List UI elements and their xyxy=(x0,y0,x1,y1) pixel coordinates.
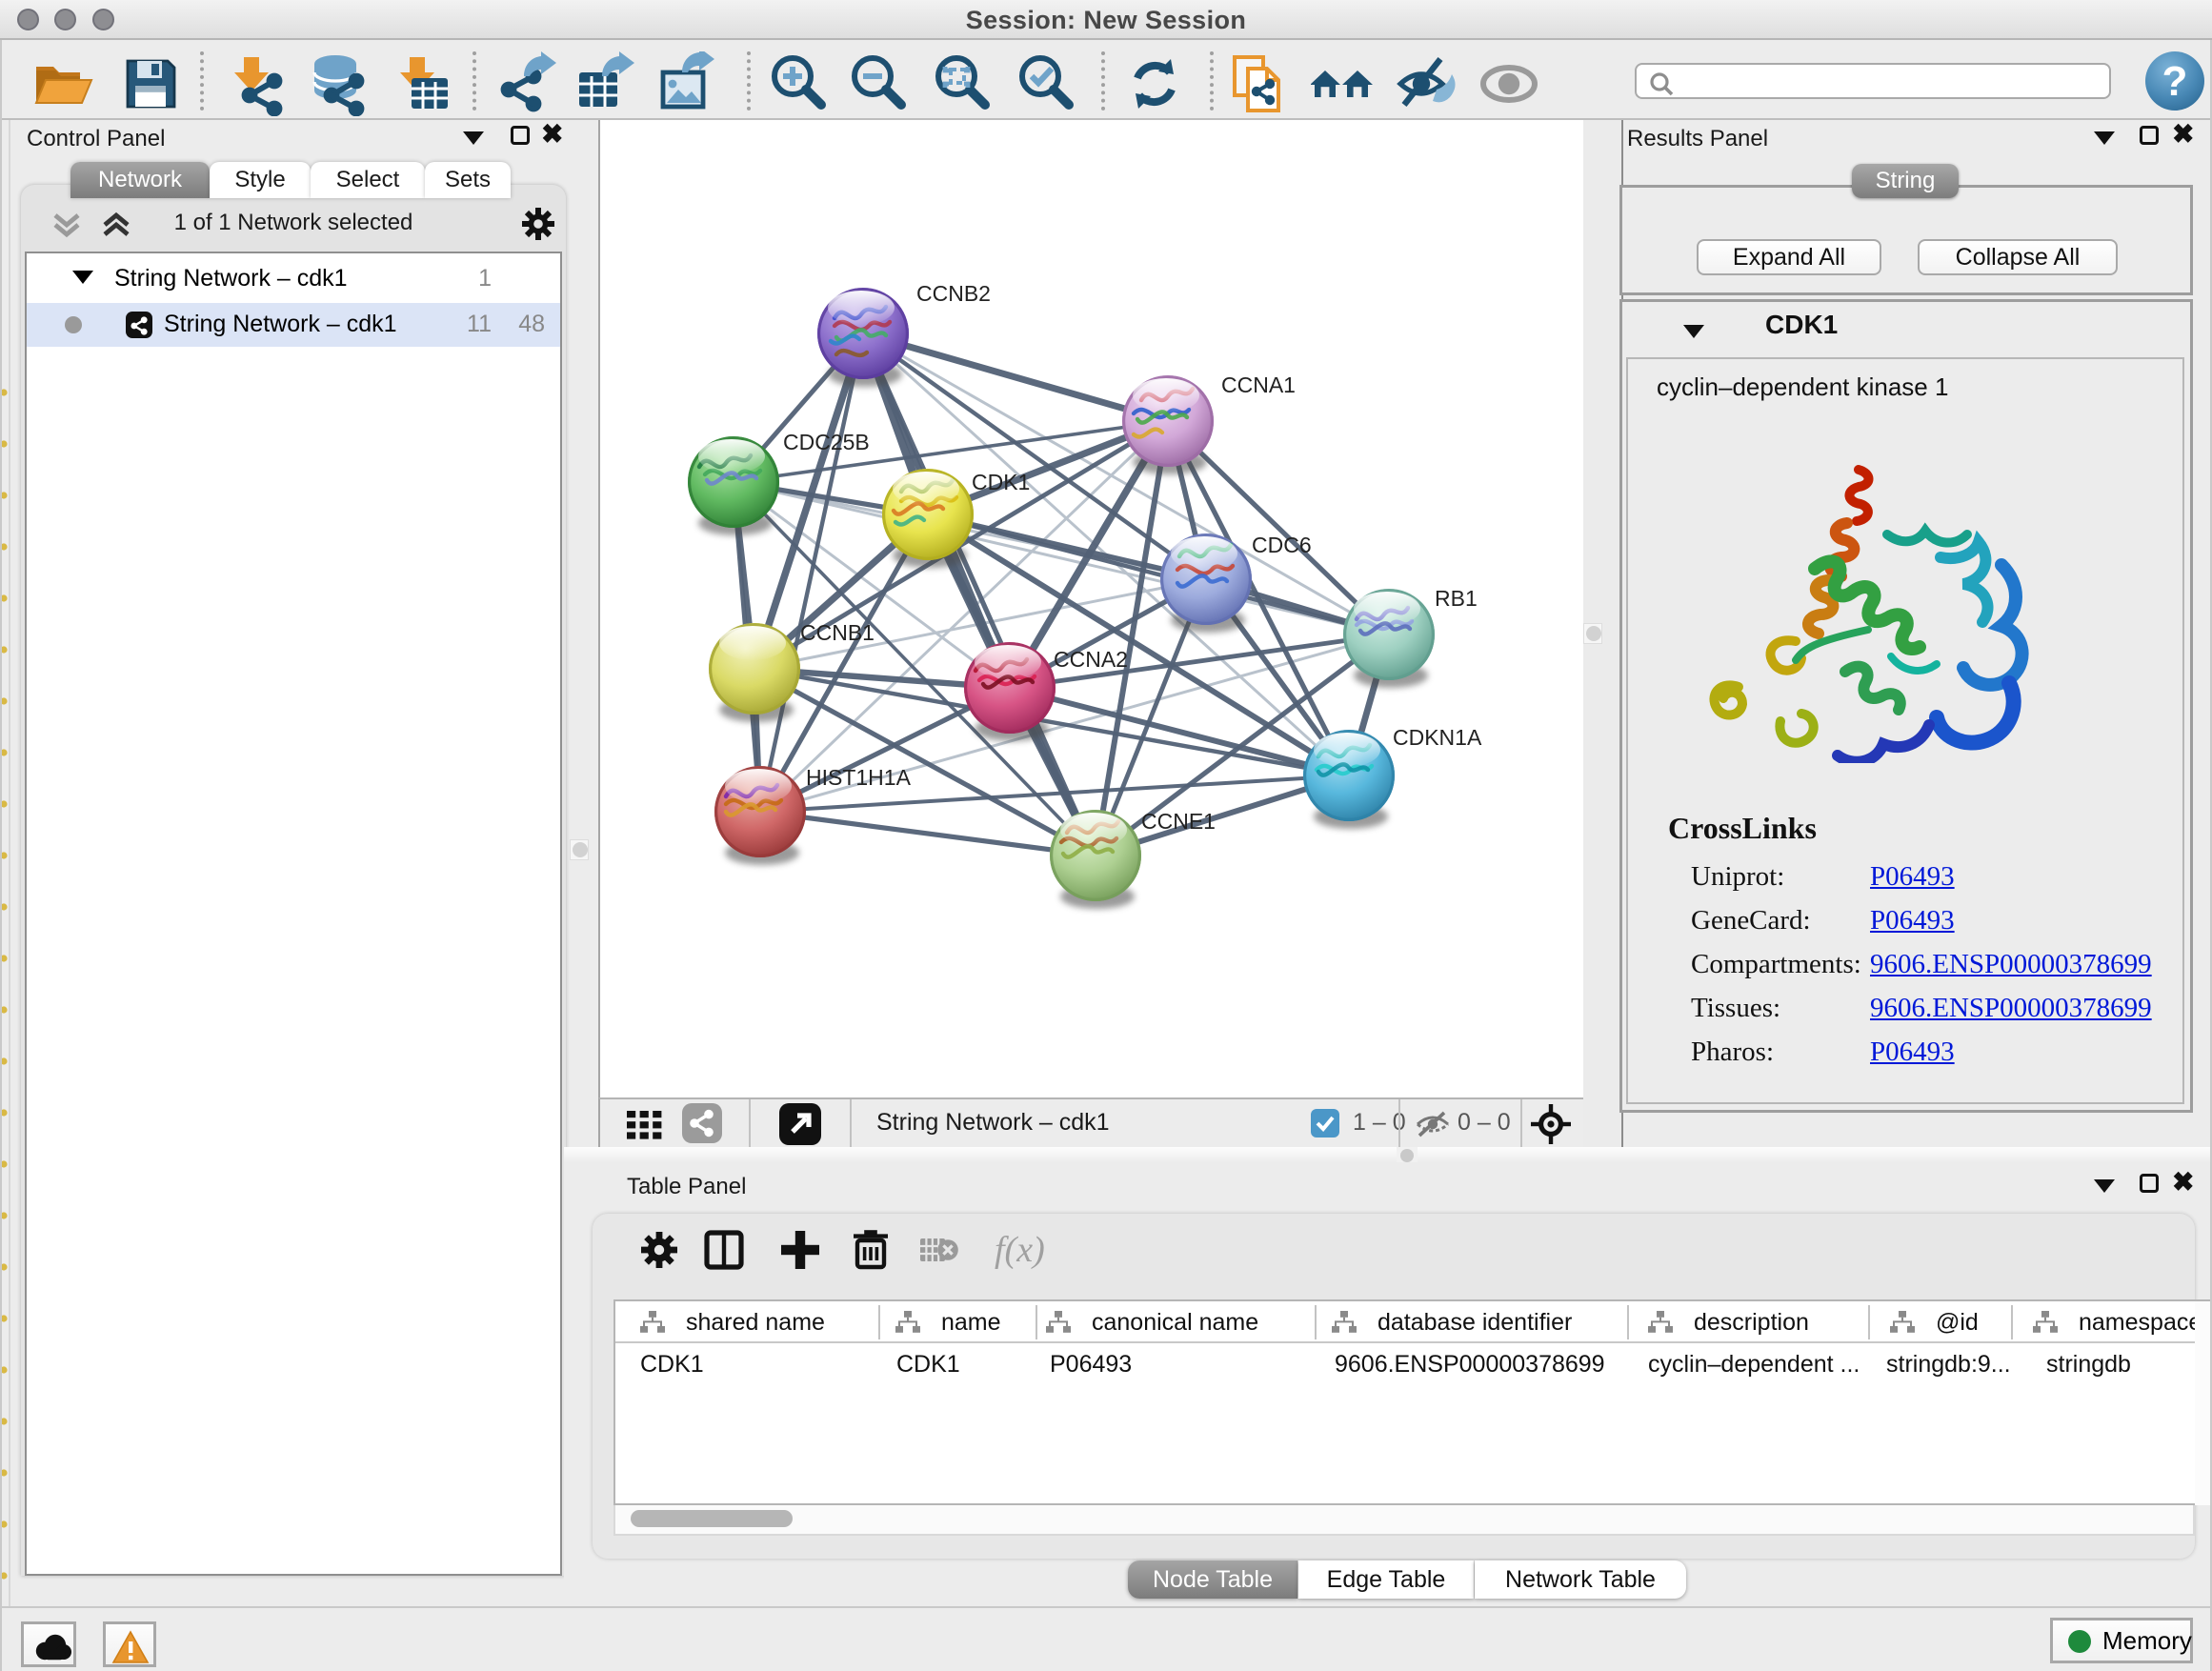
svg-text:HIST1H1A: HIST1H1A xyxy=(806,765,912,790)
svg-text:CCNB2: CCNB2 xyxy=(916,281,991,306)
svg-text:CDC6: CDC6 xyxy=(1252,533,1312,557)
svg-text:CCNA1: CCNA1 xyxy=(1221,372,1296,397)
svg-text:CDK1: CDK1 xyxy=(972,470,1030,494)
svg-text:CCNB1: CCNB1 xyxy=(800,620,875,645)
svg-text:CCNA2: CCNA2 xyxy=(1054,647,1128,672)
svg-text:CDKN1A: CDKN1A xyxy=(1393,725,1482,750)
svg-text:RB1: RB1 xyxy=(1435,586,1478,611)
svg-text:CDC25B: CDC25B xyxy=(783,430,870,454)
svg-text:?: ? xyxy=(2162,58,2188,105)
svg-text:CCNE1: CCNE1 xyxy=(1141,809,1216,834)
svg-text:f(x): f(x) xyxy=(995,1230,1045,1270)
